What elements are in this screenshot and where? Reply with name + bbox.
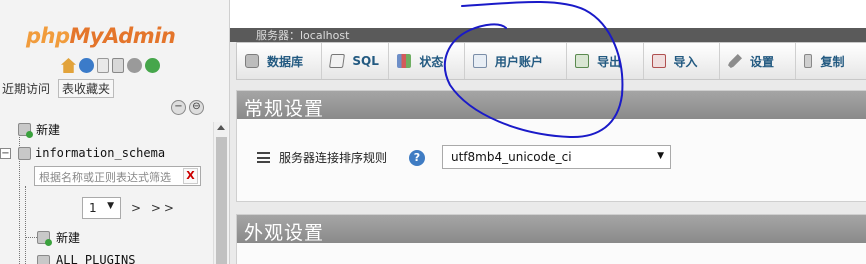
menu-settings[interactable]: 设置 bbox=[720, 43, 797, 79]
link-with-main-button[interactable]: ⊖ bbox=[189, 100, 204, 115]
scrollbar-thumb[interactable] bbox=[216, 137, 227, 264]
tree-new-database[interactable]: 新建 bbox=[36, 121, 60, 138]
general-settings-title: 常规设置 bbox=[237, 91, 866, 120]
export-icon bbox=[575, 54, 590, 68]
tree-controls: − ⊖ bbox=[171, 100, 204, 115]
scroll-up-arrow-icon[interactable] bbox=[217, 125, 225, 130]
table-filter-input[interactable]: 根据名称或正则表达式筛选 bbox=[34, 166, 201, 186]
collation-select[interactable]: utf8mb4_unicode_ci ▼ bbox=[442, 145, 671, 169]
menu-label: 导出 bbox=[597, 54, 622, 69]
menu-status[interactable]: 状态 bbox=[389, 43, 465, 79]
replication-icon bbox=[804, 54, 813, 68]
expand-toggle-icon[interactable]: − bbox=[0, 148, 11, 159]
logo-text-php: php bbox=[26, 24, 70, 48]
page-select[interactable]: 1 ▼ bbox=[82, 197, 121, 219]
menu-label: SQL bbox=[352, 54, 379, 68]
top-menu: 数据库 SQL 状态 用户账户 导出 导入 设置 复制 bbox=[236, 42, 866, 80]
user-accounts-icon bbox=[472, 54, 487, 68]
appearance-settings-panel: 外观设置 bbox=[236, 214, 866, 264]
home-icon[interactable] bbox=[61, 58, 76, 73]
breadcrumb-bar: 服务器：localhost bbox=[230, 28, 866, 42]
navigation-panel: phpMyAdmin 近期访问 表收藏夹 − ⊖ 新建 − informatio… bbox=[0, 0, 229, 264]
general-settings-panel: 常规设置 服务器连接排序规则 ? utf8mb4_unicode_ci ▼ bbox=[236, 90, 866, 202]
menu-user-accounts[interactable]: 用户账户 bbox=[465, 43, 568, 79]
tab-favorites[interactable]: 表收藏夹 bbox=[58, 79, 115, 98]
menu-label: 数据库 bbox=[267, 54, 304, 69]
nav-scrollbar[interactable] bbox=[213, 122, 228, 264]
appearance-settings-title: 外观设置 bbox=[237, 215, 866, 244]
menu-sql[interactable]: SQL bbox=[322, 43, 390, 79]
collation-label: 服务器连接排序规则 bbox=[279, 151, 388, 165]
menu-databases[interactable]: 数据库 bbox=[237, 43, 323, 79]
menu-label: 设置 bbox=[750, 54, 775, 69]
settings-icon bbox=[728, 54, 742, 68]
phpmyadmin-window: phpMyAdmin 近期访问 表收藏夹 − ⊖ 新建 − informatio… bbox=[0, 0, 866, 264]
tree-line bbox=[25, 237, 37, 238]
page-icon[interactable] bbox=[112, 58, 124, 73]
logo-text-myadmin: MyAdmin bbox=[69, 24, 176, 48]
menu-label: 用户账户 bbox=[494, 54, 543, 69]
main-content: 服务器：localhost 数据库 SQL 状态 用户账户 导出 导入 设置 复… bbox=[229, 0, 866, 264]
nav-quick-icons bbox=[61, 58, 160, 73]
tree-database-information-schema[interactable]: information_schema bbox=[35, 146, 165, 160]
help-icon[interactable]: ? bbox=[409, 150, 425, 166]
menu-label: 导入 bbox=[673, 54, 698, 69]
help-icon[interactable] bbox=[79, 58, 94, 73]
chevron-down-icon: ▼ bbox=[107, 201, 114, 211]
collation-select-value: utf8mb4_unicode_ci bbox=[451, 150, 572, 164]
sql-icon bbox=[329, 54, 346, 68]
chevron-down-icon: ▼ bbox=[657, 151, 664, 161]
tree-table-all-plugins[interactable]: ALL_PLUGINS bbox=[56, 253, 135, 264]
menu-export[interactable]: 导出 bbox=[567, 43, 644, 79]
table-icon bbox=[37, 255, 50, 264]
tree-new-table[interactable]: 新建 bbox=[56, 229, 80, 246]
list-icon bbox=[257, 152, 270, 163]
filter-clear-button[interactable]: X bbox=[183, 168, 198, 184]
menu-label: 复制 bbox=[820, 54, 845, 69]
breadcrumb[interactable]: 服务器：localhost bbox=[256, 27, 349, 43]
phpmyadmin-logo[interactable]: phpMyAdmin bbox=[26, 24, 176, 48]
docs-icon[interactable] bbox=[97, 58, 109, 73]
database-icon bbox=[18, 147, 31, 160]
top-blank-area bbox=[230, 0, 866, 29]
menu-label: 状态 bbox=[419, 54, 444, 69]
collapse-all-button[interactable]: − bbox=[171, 100, 186, 115]
status-icon bbox=[397, 54, 412, 68]
tab-recent[interactable]: 近期访问 bbox=[0, 79, 52, 98]
page-next-buttons[interactable]: > >> bbox=[131, 201, 177, 215]
new-database-icon bbox=[18, 123, 33, 138]
appearance-settings-body bbox=[237, 243, 866, 264]
nav-tabs: 近期访问 表收藏夹 bbox=[0, 79, 115, 98]
new-table-icon bbox=[37, 231, 52, 246]
tree-line bbox=[25, 186, 26, 264]
database-icon bbox=[245, 54, 259, 68]
page-select-value: 1 bbox=[89, 201, 97, 215]
reload-icon[interactable] bbox=[145, 58, 160, 73]
menu-import[interactable]: 导入 bbox=[644, 43, 720, 79]
general-settings-body: 服务器连接排序规则 ? utf8mb4_unicode_ci ▼ bbox=[237, 119, 866, 201]
import-icon bbox=[651, 54, 666, 68]
settings-gear-icon[interactable] bbox=[127, 58, 142, 73]
menu-replication[interactable]: 复制 bbox=[796, 43, 866, 79]
